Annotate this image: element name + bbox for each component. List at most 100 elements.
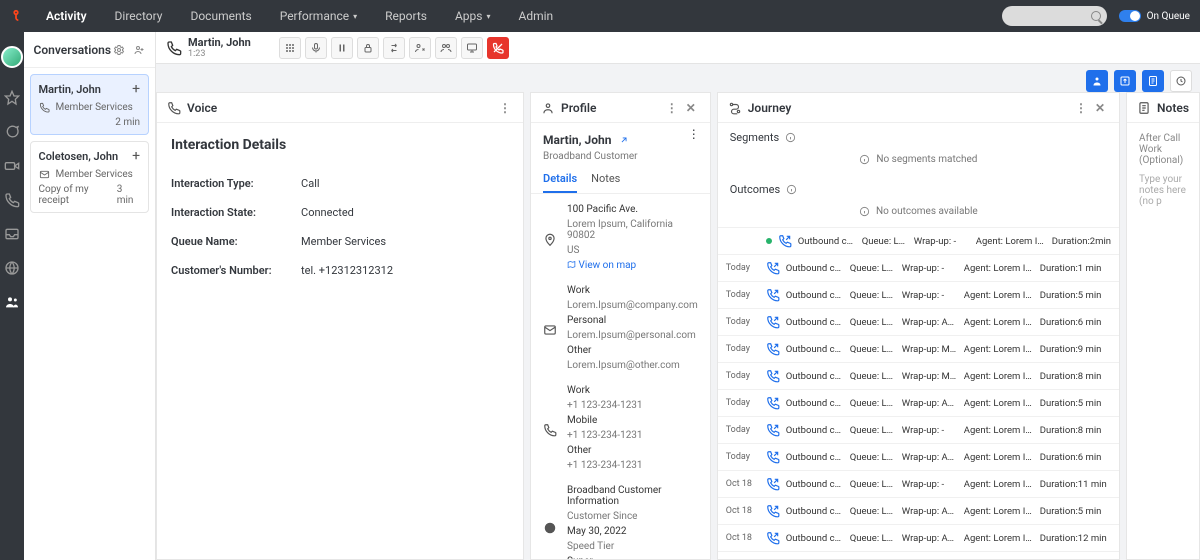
journey-row[interactable]: Today Outbound call Queue: Lo… Wrap-up: … bbox=[718, 443, 1119, 470]
journey-agent: Agent: Lorem Ipsum bbox=[964, 425, 1034, 436]
view-on-map-link[interactable]: View on map bbox=[567, 260, 698, 271]
contact-value: +1 123-234-1231 bbox=[567, 400, 698, 411]
detail-value: tel. +12312312312 bbox=[301, 264, 393, 277]
nav-tab-documents[interactable]: Documents bbox=[176, 0, 265, 32]
left-rail bbox=[0, 32, 24, 560]
user-avatar[interactable] bbox=[1, 46, 23, 68]
panel-more-toggle[interactable] bbox=[1170, 70, 1192, 92]
nav-tab-performance[interactable]: Performance▾ bbox=[266, 0, 371, 32]
detail-value: Connected bbox=[301, 206, 354, 219]
outbound-call-icon bbox=[766, 261, 780, 275]
outbound-call-icon bbox=[766, 288, 780, 302]
gear-icon[interactable] bbox=[113, 44, 125, 56]
more-icon[interactable]: ⋮ bbox=[666, 101, 680, 115]
secure-button[interactable] bbox=[357, 37, 379, 59]
profile-name: Martin, John bbox=[543, 133, 611, 147]
journey-queue: Queue: Lo… bbox=[850, 479, 896, 490]
journey-row[interactable]: Oct 16 Outbound call Queue: Lo… Wrap-up:… bbox=[718, 551, 1119, 559]
segments-label: Segments bbox=[730, 131, 779, 144]
journey-row[interactable]: Today Outbound call Queue: Lo… Wrap-up: … bbox=[718, 416, 1119, 443]
panel-journey-toggle[interactable] bbox=[1114, 70, 1136, 92]
notes-textarea[interactable]: Type your notes here (no p bbox=[1139, 174, 1187, 207]
journey-row[interactable]: Oct 18 Outbound call Queue: Lo… Wrap-up:… bbox=[718, 524, 1119, 551]
consult-button[interactable] bbox=[409, 37, 431, 59]
main-area: Martin, John 1:23 bbox=[156, 32, 1200, 560]
inbox-icon[interactable] bbox=[4, 226, 20, 242]
journey-row[interactable]: Today Outbound call Queue: Lo… Wrap-up: … bbox=[718, 281, 1119, 308]
mute-button[interactable] bbox=[305, 37, 327, 59]
more-icon[interactable]: ⋮ bbox=[1075, 101, 1089, 115]
info-icon[interactable] bbox=[785, 132, 796, 143]
star-icon[interactable] bbox=[4, 90, 20, 106]
journey-wrapup: Wrap-up: - bbox=[902, 263, 958, 274]
journey-queue: Queue: Lo… bbox=[850, 506, 896, 517]
add-icon[interactable]: + bbox=[132, 81, 140, 97]
journey-row[interactable]: Today Outbound call Queue: Lo… Wrap-up: … bbox=[718, 308, 1119, 335]
globe-icon[interactable] bbox=[4, 260, 20, 276]
hold-button[interactable] bbox=[331, 37, 353, 59]
journey-queue: Queue: Lo… bbox=[862, 236, 908, 247]
nav-tab-admin[interactable]: Admin bbox=[504, 0, 567, 32]
contact-label: Personal bbox=[567, 315, 698, 326]
brand-logo[interactable] bbox=[0, 0, 32, 32]
nav-tab-reports[interactable]: Reports bbox=[371, 0, 441, 32]
journey-type: Outbound call bbox=[786, 506, 844, 517]
info-icon[interactable] bbox=[786, 184, 797, 195]
voice-pane-title: Voice bbox=[187, 101, 217, 115]
journey-type: Outbound call bbox=[798, 236, 856, 247]
journey-duration: Duration:11 min bbox=[1040, 479, 1111, 490]
add-person-icon[interactable] bbox=[133, 44, 145, 56]
dialpad-button[interactable] bbox=[279, 37, 301, 59]
on-queue-toggle[interactable]: On Queue bbox=[1119, 10, 1190, 22]
interactions-icon[interactable] bbox=[4, 294, 20, 310]
screenshare-button[interactable] bbox=[461, 37, 483, 59]
conference-button[interactable] bbox=[435, 37, 457, 59]
nav-tab-directory[interactable]: Directory bbox=[101, 0, 177, 32]
phone-icon bbox=[543, 385, 557, 475]
journey-row[interactable]: Oct 18 Outbound call Queue: Lo… Wrap-up:… bbox=[718, 497, 1119, 524]
journey-type: Outbound call bbox=[786, 398, 844, 409]
journey-queue: Queue: Lo… bbox=[850, 452, 896, 463]
outbound-call-icon bbox=[766, 369, 780, 383]
transfer-button[interactable] bbox=[383, 37, 405, 59]
journey-row[interactable]: Today Outbound call Queue: Lo… Wrap-up: … bbox=[718, 389, 1119, 416]
journey-row[interactable]: Today Outbound call Queue: Lo… Wrap-up: … bbox=[718, 362, 1119, 389]
journey-row[interactable]: Today Outbound call Queue: Lo… Wrap-up: … bbox=[718, 335, 1119, 362]
nav-tab-activity[interactable]: Activity bbox=[32, 0, 101, 32]
panel-profile-toggle[interactable] bbox=[1086, 70, 1108, 92]
conversation-card[interactable]: Coletosen, John + Member Services Copy o… bbox=[30, 141, 150, 213]
conversation-card[interactable]: Martin, John + Member Services 2 min bbox=[30, 74, 150, 135]
profile-tab-notes[interactable]: Notes bbox=[591, 172, 620, 193]
journey-when: Today bbox=[726, 290, 760, 300]
more-icon[interactable]: ⋮ bbox=[688, 127, 700, 141]
journey-row[interactable]: Today Outbound call Queue: Lo… Wrap-up: … bbox=[718, 254, 1119, 281]
hangup-button[interactable] bbox=[487, 37, 509, 59]
chat-icon[interactable] bbox=[4, 124, 20, 140]
add-icon[interactable]: + bbox=[132, 148, 140, 164]
journey-row[interactable]: Outbound call Queue: Lo… Wrap-up: - Agen… bbox=[718, 227, 1119, 254]
video-icon[interactable] bbox=[4, 158, 20, 174]
journey-when: Today bbox=[726, 344, 760, 354]
conversation-note: Copy of my receipt bbox=[39, 184, 117, 206]
open-external-icon[interactable] bbox=[619, 135, 629, 145]
phone-icon[interactable] bbox=[4, 192, 20, 208]
conversation-name: Coletosen, John bbox=[39, 150, 141, 163]
call-duration: 1:23 bbox=[188, 49, 251, 59]
journey-agent: Agent: Lorem Ipsum bbox=[964, 479, 1034, 490]
contact-value: +1 123-234-1231 bbox=[567, 430, 698, 441]
profile-tab-details[interactable]: Details bbox=[543, 172, 577, 193]
more-icon[interactable]: ⋮ bbox=[499, 101, 513, 115]
close-icon[interactable]: ✕ bbox=[686, 101, 700, 115]
journey-wrapup: Wrap-up: - bbox=[902, 290, 958, 301]
conversations-panel: Conversations Martin, John + Member Serv… bbox=[24, 32, 157, 560]
nav-tab-apps[interactable]: Apps▾ bbox=[441, 0, 505, 32]
journey-row[interactable]: Oct 18 Outbound call Queue: Lo… Wrap-up:… bbox=[718, 470, 1119, 497]
panel-notes-toggle[interactable] bbox=[1142, 70, 1164, 92]
outbound-call-icon bbox=[766, 477, 780, 491]
contact-label: Work bbox=[567, 285, 698, 296]
close-icon[interactable]: ✕ bbox=[1095, 101, 1109, 115]
conversations-title: Conversations bbox=[34, 43, 111, 57]
detail-value: Member Services bbox=[301, 235, 386, 248]
info-icon bbox=[859, 206, 870, 217]
global-search[interactable] bbox=[1002, 6, 1107, 26]
